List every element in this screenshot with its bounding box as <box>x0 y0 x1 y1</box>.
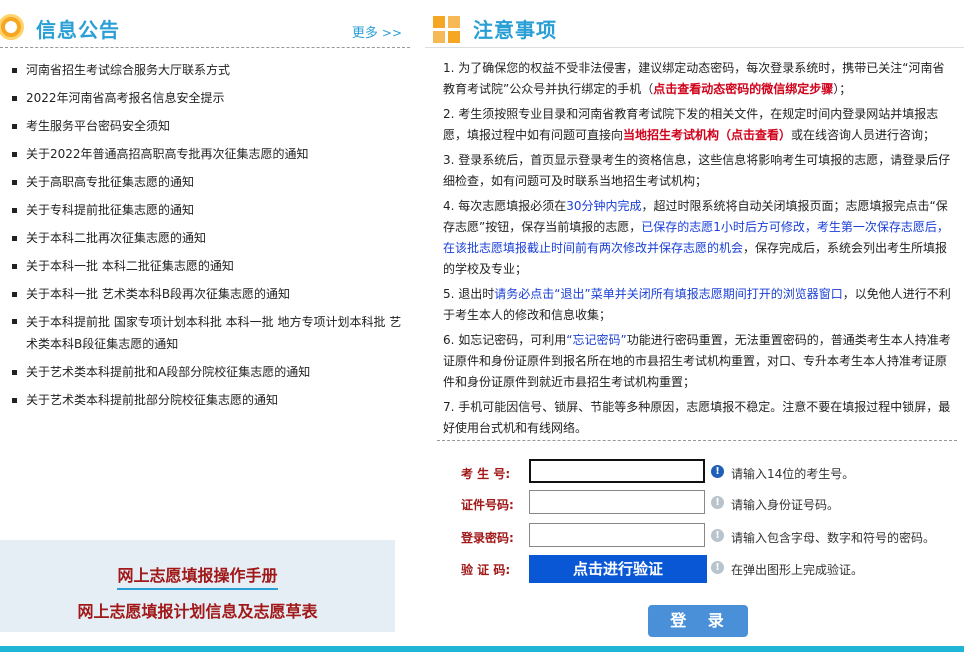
password-input[interactable] <box>529 523 705 547</box>
bottom-bar <box>0 646 964 652</box>
login-button[interactable]: 登 录 <box>648 605 748 637</box>
plan-link[interactable]: 网上志愿填报计划信息及志愿草表 <box>0 598 395 622</box>
notice-item: 2. 考生须按照专业目录和河南省教育考试院下发的相关文件，在规定时间内登录网站并… <box>443 104 953 146</box>
id-input[interactable] <box>529 490 705 514</box>
double-chevron-right-icon: >> <box>381 26 402 40</box>
announcement-item[interactable]: 考生服务平台密码安全须知 <box>10 112 405 140</box>
notice-link: 请务必点击“退出”菜单并关闭所有填报志愿期间打开的浏览器窗口 <box>494 287 843 301</box>
exam-no-hint: 请输入14位的考生号。 <box>731 467 855 481</box>
notice-text: 或在线咨询人员进行咨询； <box>791 128 936 142</box>
announcement-header: 信息公告 更多 >> <box>0 8 410 48</box>
password-label: 登录密码: <box>461 531 514 545</box>
info-icon: ! <box>711 561 724 574</box>
verify-label: 验 证 码: <box>461 563 511 577</box>
id-label: 证件号码: <box>461 498 514 512</box>
notice-item: 3. 登录系统后，首页显示登录考生的资格信息，这些信息将影响考生可填报的志愿，请… <box>443 150 953 192</box>
announcement-item[interactable]: 关于本科提前批 国家专项计划本科批 本科一批 地方专项计划本科批 艺术类本科B段… <box>10 308 405 358</box>
exam-no-row: 考 生 号: ! 请输入14位的考生号。 <box>425 459 964 485</box>
info-icon: ! <box>711 465 724 478</box>
announcement-item[interactable]: 关于2022年普通高招高职高专批再次征集志愿的通知 <box>10 140 405 168</box>
announcement-panel: 信息公告 更多 >> 河南省招生考试综合服务大厅联系方式 2022年河南省高考报名… <box>0 0 410 652</box>
login-panel: 注意事项 1. 为了确保您的权益不受非法侵害，建议绑定动态密码，每次登录系统时，… <box>425 0 964 652</box>
more-link[interactable]: 更多 >> <box>352 22 402 41</box>
announcement-item[interactable]: 关于专科提前批征集志愿的通知 <box>10 196 405 224</box>
notice-header: 注意事项 <box>425 8 964 48</box>
announcement-list: 河南省招生考试综合服务大厅联系方式 2022年河南省高考报名信息安全提示 考生服… <box>10 56 405 414</box>
password-row: 登录密码: ! 请输入包含字母、数字和符号的密码。 <box>425 523 964 549</box>
announcement-item[interactable]: 关于本科二批再次征集志愿的通知 <box>10 224 405 252</box>
announcement-item[interactable]: 关于本科一批 艺术类本科B段再次征集志愿的通知 <box>10 280 405 308</box>
notice-title: 注意事项 <box>473 18 557 42</box>
circle-icon <box>0 14 24 40</box>
notice-item: 4. 每次志愿填报必须在30分钟内完成，超过时限系统将自动关闭填报页面；志愿填报… <box>443 196 953 280</box>
notice-item: 6. 如忘记密码，可利用“忘记密码”功能进行密码重置，无法重置密码的，普通类考生… <box>443 330 953 393</box>
info-icon: ! <box>711 529 724 542</box>
notice-text: 6. 如忘记密码，可利用 <box>443 333 567 347</box>
announcement-item[interactable]: 关于艺术类本科提前批部分院校征集志愿的通知 <box>10 386 405 414</box>
exam-no-label: 考 生 号: <box>461 467 511 481</box>
notice-link[interactable]: 当地招生考试机构（点击查看） <box>623 128 791 142</box>
id-row: 证件号码: ! 请输入身份证号码。 <box>425 490 964 516</box>
more-label: 更多 <box>351 26 378 41</box>
password-hint: 请输入包含字母、数字和符号的密码。 <box>731 531 936 545</box>
announcement-item[interactable]: 关于艺术类本科提前批和A段部分院校征集志愿的通知 <box>10 358 405 386</box>
announcement-title: 信息公告 <box>36 18 120 42</box>
notice-link: “忘记密码” <box>566 333 627 347</box>
announcement-item[interactable]: 关于本科一批 本科二批征集志愿的通知 <box>10 252 405 280</box>
announcement-item[interactable]: 河南省招生考试综合服务大厅联系方式 <box>10 56 405 84</box>
grid-icon <box>433 16 461 44</box>
verify-button[interactable]: 点击进行验证 <box>529 555 707 583</box>
manual-box: 网上志愿填报操作手册 网上志愿填报计划信息及志愿草表 <box>0 540 395 632</box>
info-icon: ! <box>711 496 724 509</box>
manual-link[interactable]: 网上志愿填报操作手册 <box>117 562 278 590</box>
announcement-item[interactable]: 关于高职高专批征集志愿的通知 <box>10 168 405 196</box>
notice-item: 5. 退出时请务必点击“退出”菜单并关闭所有填报志愿期间打开的浏览器窗口，以免他… <box>443 284 953 326</box>
verify-row: 验 证 码: 点击进行验证 ! 在弹出图形上完成验证。 <box>425 555 964 583</box>
notice-text: 4. 每次志愿填报必须在 <box>443 199 567 213</box>
notice-link: 30分钟内完成 <box>566 199 642 213</box>
notice-item: 7. 手机可能因信号、锁屏、节能等多种原因，志愿填报不稳定。注意不要在填报过程中… <box>443 397 953 439</box>
notice-text: 5. 退出时 <box>443 287 495 301</box>
notice-text: 3. 登录系统后，首页显示登录考生的资格信息，这些信息将影响考生可填报的志愿，请… <box>443 153 951 188</box>
notice-text: ）； <box>833 82 852 96</box>
verify-hint: 在弹出图形上完成验证。 <box>731 563 864 577</box>
notice-link[interactable]: 点击查看动态密码的微信绑定步骤 <box>653 82 833 96</box>
exam-no-input[interactable] <box>529 459 705 483</box>
notice-item: 1. 为了确保您的权益不受非法侵害，建议绑定动态密码，每次登录系统时，携带已关注… <box>443 58 953 100</box>
notice-text: 7. 手机可能因信号、锁屏、节能等多种原因，志愿填报不稳定。注意不要在填报过程中… <box>443 400 951 435</box>
announcement-item[interactable]: 2022年河南省高考报名信息安全提示 <box>10 84 405 112</box>
divider <box>437 440 957 441</box>
id-hint: 请输入身份证号码。 <box>731 498 840 512</box>
notice-list: 1. 为了确保您的权益不受非法侵害，建议绑定动态密码，每次登录系统时，携带已关注… <box>443 58 953 443</box>
